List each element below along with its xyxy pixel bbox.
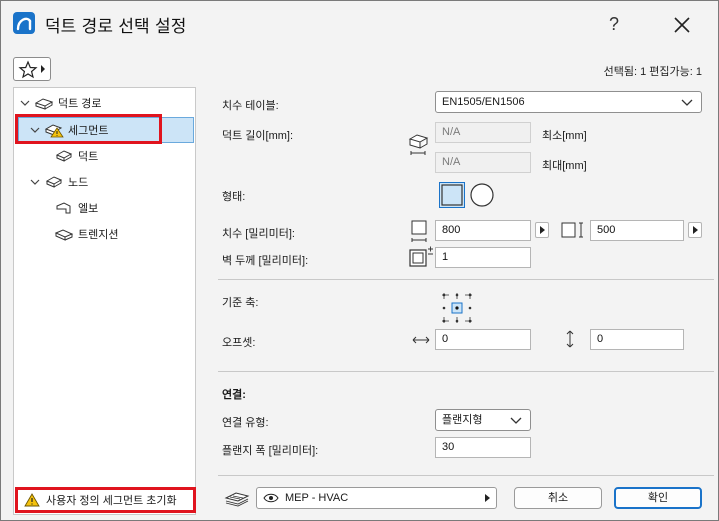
offset-x-input[interactable]: 0 bbox=[435, 329, 531, 350]
duct-length-icon bbox=[408, 134, 429, 155]
tree-item-label: 덕트 경로 bbox=[58, 98, 102, 110]
tree-item-elbow[interactable]: 엘보 bbox=[54, 198, 98, 218]
connection-type-dropdown[interactable]: 플랜지형 bbox=[435, 409, 531, 431]
layer-value: MEP - HVAC bbox=[285, 492, 349, 504]
wall-thickness-label: 벽 두께 [밀리미터]: bbox=[222, 255, 309, 267]
star-icon bbox=[18, 60, 38, 79]
height-icon bbox=[561, 222, 583, 238]
offset-label: 오프셋: bbox=[222, 337, 256, 349]
shape-label: 형태: bbox=[222, 191, 246, 203]
dialog-window: 덕트 경로 선택 설정 ? 선택됨: 1 편집가능: 1 덕트 경로 세그먼트 bbox=[0, 0, 719, 521]
chevron-down-icon bbox=[30, 179, 40, 185]
length-max-label: 최대[mm] bbox=[542, 160, 587, 172]
chevron-down-icon bbox=[510, 417, 522, 424]
layer-icon bbox=[224, 492, 250, 507]
duct-length-label: 덕트 길이[mm]: bbox=[222, 130, 294, 142]
tree-item-node[interactable]: 노드 bbox=[30, 172, 88, 192]
transition-icon bbox=[54, 229, 74, 241]
tree-item-label: 세그먼트 bbox=[68, 125, 109, 137]
tree-item-label: 노드 bbox=[68, 177, 89, 189]
tree-item-label: 엘보 bbox=[78, 203, 99, 215]
dropdown-arrow-icon bbox=[485, 494, 490, 502]
elbow-icon bbox=[56, 202, 71, 214]
tree-item-duct[interactable]: 덕트 bbox=[54, 146, 98, 166]
warning-icon bbox=[24, 493, 40, 507]
favorites-button[interactable] bbox=[13, 57, 51, 81]
tree-item-segment[interactable]: 세그먼트 bbox=[30, 120, 108, 140]
layer-dropdown[interactable]: MEP - HVAC bbox=[256, 487, 497, 509]
size-table-label: 치수 테이블: bbox=[222, 100, 279, 112]
cancel-button[interactable]: 취소 bbox=[514, 487, 602, 509]
tree-item-transition[interactable]: 트렌지션 bbox=[54, 224, 118, 244]
width-input[interactable]: 800 bbox=[435, 220, 531, 241]
archicad-logo-icon bbox=[13, 12, 35, 34]
height-input[interactable]: 500 bbox=[590, 220, 684, 241]
duct-route-icon bbox=[34, 98, 54, 110]
offset-vertical-icon bbox=[566, 330, 574, 348]
connection-heading: 연결: bbox=[222, 389, 246, 401]
connection-type-value: 플랜지형 bbox=[442, 414, 483, 426]
tree-panel: 덕트 경로 세그먼트 덕트 노드 엘보 트렌지션 사용자 정의 세그먼트 초기화 bbox=[13, 87, 196, 515]
divider bbox=[218, 475, 714, 476]
width-icon bbox=[411, 220, 427, 242]
circular-shape-button[interactable] bbox=[469, 182, 495, 208]
ok-button[interactable]: 확인 bbox=[614, 487, 702, 509]
divider bbox=[218, 371, 714, 372]
dimension-label: 치수 [밀리미터]: bbox=[222, 228, 295, 240]
wall-thickness-icon bbox=[409, 246, 433, 267]
toolbar: 선택됨: 1 편집가능: 1 bbox=[1, 45, 718, 87]
flange-width-input[interactable]: 30 bbox=[435, 437, 531, 458]
length-min-label: 최소[mm] bbox=[542, 130, 587, 142]
wall-thickness-input[interactable]: 1 bbox=[435, 247, 531, 268]
length-min-input[interactable]: N/A bbox=[435, 122, 531, 143]
node-icon bbox=[45, 176, 63, 188]
tree-item-label: 트렌지션 bbox=[78, 229, 119, 241]
height-arrow-button[interactable] bbox=[688, 222, 702, 238]
size-table-value: EN1505/EN1506 bbox=[442, 96, 525, 108]
reference-axis-label: 기준 축: bbox=[222, 297, 259, 309]
chevron-down-icon bbox=[681, 99, 693, 106]
connection-type-label: 연결 유형: bbox=[222, 417, 269, 429]
flange-width-label: 플랜지 폭 [밀리미터]: bbox=[222, 445, 319, 457]
eye-icon bbox=[263, 493, 279, 503]
rectangular-shape-button[interactable] bbox=[439, 182, 465, 208]
chevron-down-icon bbox=[30, 127, 40, 133]
reference-axis-picker-icon[interactable] bbox=[441, 292, 473, 324]
window-title: 덕트 경로 선택 설정 bbox=[45, 17, 187, 37]
segment-warning-icon bbox=[44, 124, 64, 138]
offset-horizontal-icon bbox=[412, 336, 430, 344]
size-table-dropdown[interactable]: EN1505/EN1506 bbox=[435, 91, 702, 113]
chevron-down-icon bbox=[20, 100, 30, 106]
length-max-input[interactable]: N/A bbox=[435, 152, 531, 173]
dropdown-arrow-icon bbox=[41, 65, 45, 73]
offset-y-input[interactable]: 0 bbox=[590, 329, 684, 350]
divider bbox=[218, 279, 714, 280]
tree-item-duct-route[interactable]: 덕트 경로 bbox=[20, 93, 102, 113]
width-arrow-button[interactable] bbox=[535, 222, 549, 238]
title-bar: 덕트 경로 선택 설정 ? bbox=[1, 1, 718, 45]
reset-button-label: 사용자 정의 세그먼트 초기화 bbox=[46, 495, 177, 507]
duct-icon bbox=[55, 150, 73, 162]
settings-panel: 치수 테이블: EN1505/EN1506 덕트 길이[mm]: N/A 최소[… bbox=[206, 87, 714, 515]
tree-item-label: 덕트 bbox=[78, 151, 99, 163]
close-icon[interactable] bbox=[667, 10, 697, 40]
reset-custom-segment-button[interactable]: 사용자 정의 세그먼트 초기화 bbox=[15, 487, 196, 513]
selection-info: 선택됨: 1 편집가능: 1 bbox=[603, 66, 702, 78]
help-button[interactable]: ? bbox=[601, 11, 627, 37]
